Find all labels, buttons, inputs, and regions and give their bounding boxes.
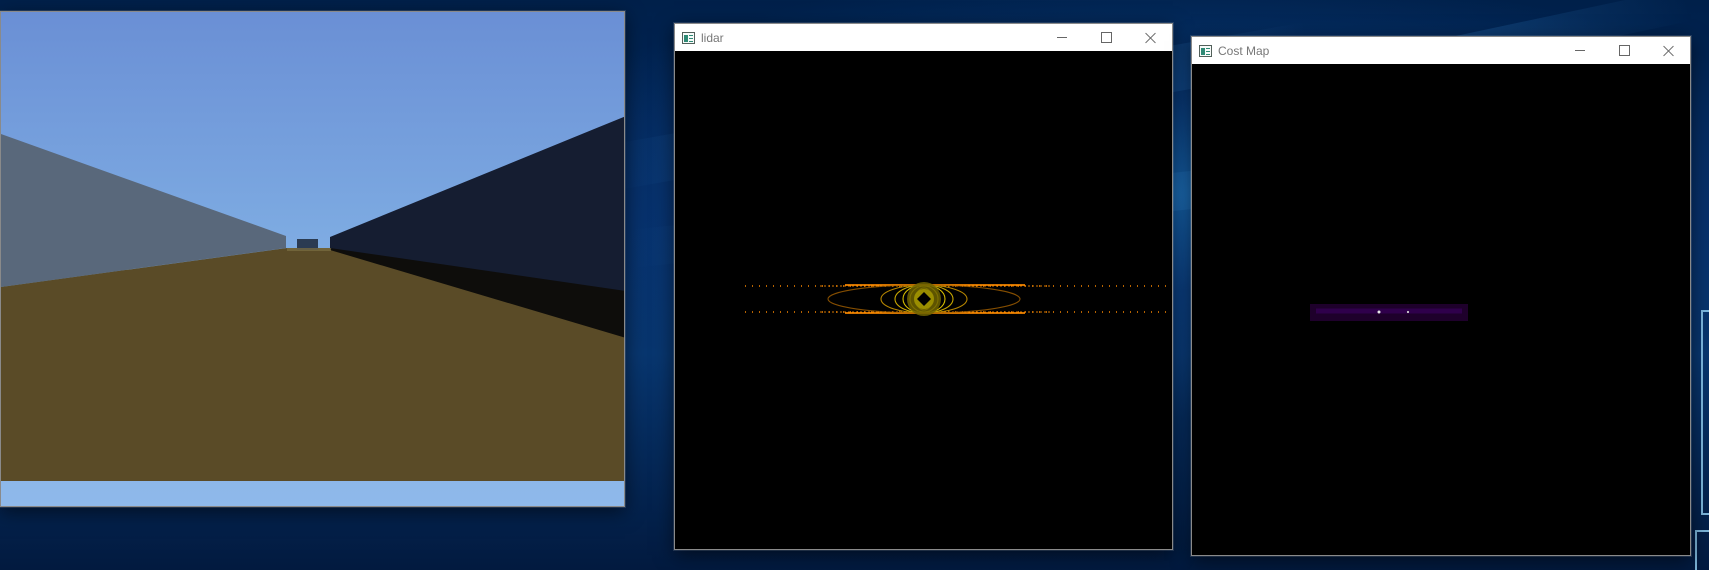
costmap-window[interactable]: Cost Map [1191,36,1691,556]
horizon-line [287,248,331,251]
camera-view [1,12,624,506]
close-icon [1663,45,1674,56]
app-window-icon [1199,44,1212,57]
target-marker-icon [1406,310,1410,314]
costmap-view [1192,64,1690,555]
maximize-button[interactable] [1602,37,1646,64]
close-button[interactable] [1646,37,1690,64]
close-button[interactable] [1128,24,1172,51]
lidar-window[interactable]: lidar [674,23,1173,550]
app-window-icon [682,31,695,44]
lidar-scan-drawing [675,51,1172,549]
close-icon [1145,32,1156,43]
lidar-dense-ring-cluster [907,282,941,316]
costmap-titlebar[interactable]: Cost Map [1192,37,1690,64]
desktop-window-edge [1695,530,1709,570]
lidar-view [675,51,1172,549]
costmap-window-title: Cost Map [1218,43,1270,58]
minimize-icon [1575,50,1585,51]
vehicle-marker-icon [1377,310,1381,314]
desktop-window-edge [1701,310,1709,515]
lidar-titlebar[interactable]: lidar [675,24,1172,51]
camera-scene-drawing [1,12,624,481]
window-controls [1558,37,1690,64]
window-controls [1040,24,1172,51]
maximize-icon [1618,45,1630,56]
camera-window[interactable]: camera [0,11,625,507]
maximize-icon [1100,32,1112,43]
costmap-drawing [1192,64,1690,555]
maximize-button[interactable] [1084,24,1128,51]
minimize-button[interactable] [1040,24,1084,51]
lidar-window-title: lidar [701,30,724,45]
minimize-button[interactable] [1558,37,1602,64]
minimize-icon [1057,37,1067,38]
